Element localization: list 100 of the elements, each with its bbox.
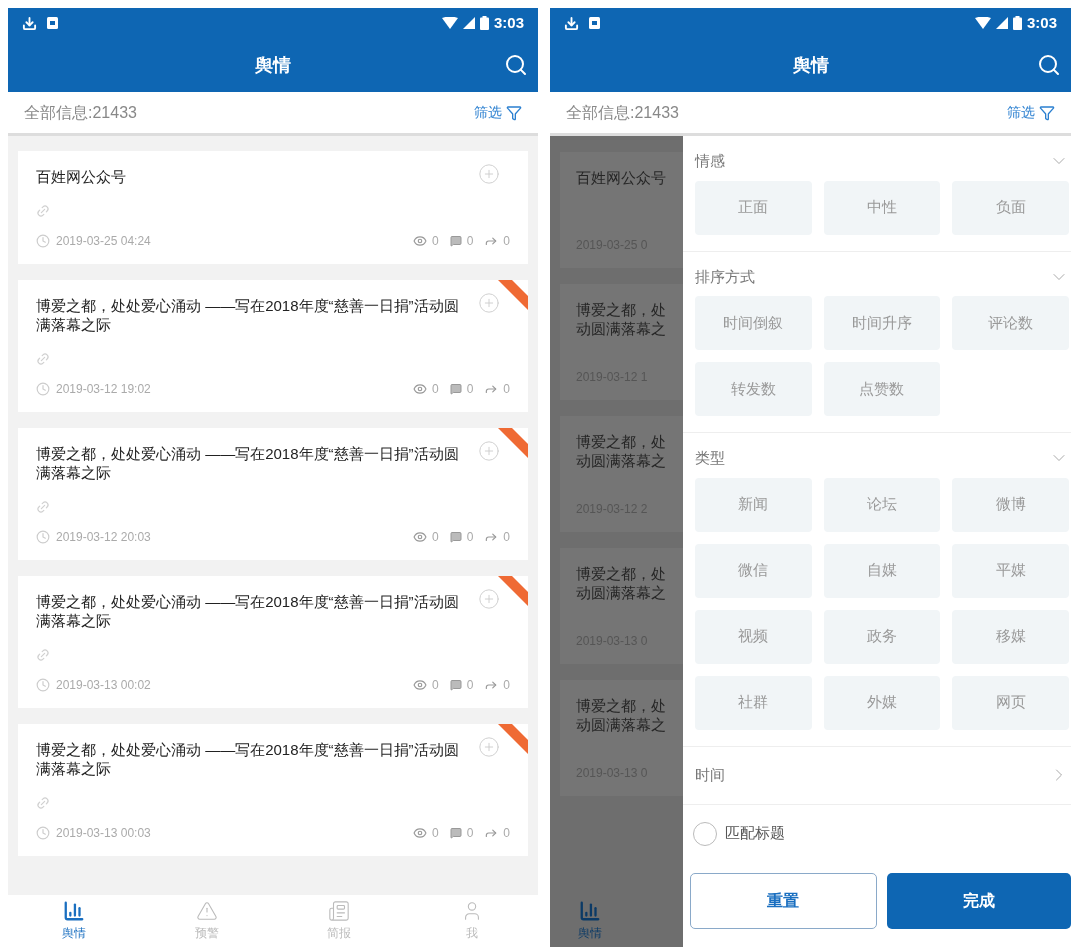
- post-time: 2019-03-13 00:02: [56, 677, 151, 694]
- filter-chip[interactable]: 视频: [695, 609, 812, 664]
- nav-tab[interactable]: 舆情: [8, 895, 141, 947]
- filter-chip[interactable]: 论坛: [823, 477, 941, 532]
- dimmed-title: 百姓网公众号: [576, 168, 667, 187]
- wifi-icon: [441, 17, 458, 29]
- warning-icon: [195, 900, 218, 922]
- section-title: 类型: [695, 448, 725, 468]
- nav-tab[interactable]: 舆情: [550, 895, 630, 947]
- search-icon[interactable]: [504, 53, 528, 77]
- eye-icon: [412, 234, 427, 248]
- news-title: 百姓网公众号: [36, 167, 127, 186]
- dimmed-title: 博爱之都，处: [576, 564, 667, 583]
- post-time: 2019-03-25 04:24: [56, 233, 151, 250]
- share-icon: [484, 678, 499, 692]
- dimmed-title: 动圆满落幕之: [576, 451, 667, 470]
- time-label: 时间: [695, 764, 725, 785]
- section-title: 情感: [695, 151, 725, 171]
- news-card[interactable]: 博爱之都，处处爱心涌动 ——写在2018年度“慈善一日捐”活动圆满落幕之际 2019-03-13 00:03 0 0 0: [18, 724, 528, 856]
- total-count: 全部信息:21433: [566, 102, 679, 123]
- filter-chip[interactable]: 中性: [823, 180, 941, 235]
- filter-chip[interactable]: 微博: [952, 477, 1069, 532]
- filter-chip[interactable]: 自媒: [823, 543, 941, 598]
- add-icon[interactable]: [478, 292, 500, 314]
- chart-icon: [63, 900, 86, 922]
- dimmed-title: 博爱之都，处: [576, 300, 667, 319]
- eye-icon: [412, 530, 427, 544]
- view-count: 0: [431, 825, 439, 842]
- signal-icon: [462, 17, 475, 29]
- comment-icon: [449, 235, 462, 247]
- wifi-icon: [974, 17, 991, 29]
- clock-icon: [36, 678, 50, 692]
- news-card[interactable]: 博爱之都，处处爱心涌动 ——写在2018年度“慈善一日捐”活动圆满落幕之际 2019-03-13 00:02 0 0 0: [18, 576, 528, 708]
- filter-chip[interactable]: 网页: [952, 675, 1069, 730]
- comment-count: 0: [466, 529, 474, 546]
- chart-icon: [579, 900, 601, 922]
- filter-chip[interactable]: 负面: [952, 180, 1069, 235]
- search-icon[interactable]: [1037, 53, 1061, 77]
- clock-icon: [36, 826, 50, 840]
- add-icon[interactable]: [478, 588, 500, 610]
- news-title: 博爱之都，处处爱心涌动 ——写在2018年度“慈善一日捐”活动圆满落幕之际: [36, 592, 460, 630]
- filter-chip[interactable]: 评论数: [952, 296, 1069, 350]
- eye-icon: [412, 382, 427, 396]
- comment-icon: [449, 827, 462, 839]
- filter-chip[interactable]: 政务: [823, 609, 941, 664]
- filter-chip[interactable]: 平媒: [952, 543, 1069, 598]
- done-button[interactable]: 完成: [886, 872, 1071, 929]
- dimmed-title: 动圆满落幕之: [576, 583, 667, 602]
- share-icon: [484, 826, 499, 840]
- share-count: 0: [503, 381, 510, 398]
- clock-time: 3:03: [493, 12, 524, 33]
- filter-chip[interactable]: 外媒: [823, 675, 941, 730]
- post-time: 2019-03-13 00:03: [56, 825, 151, 842]
- filter-chip[interactable]: 时间升序: [823, 296, 941, 350]
- post-time: 2019-03-12 20:03: [56, 529, 151, 546]
- time-row[interactable]: 时间: [683, 746, 1071, 805]
- eye-icon: [412, 678, 427, 692]
- share-icon: [484, 382, 499, 396]
- match-title-label: 匹配标题: [725, 823, 785, 844]
- notification-icon: [589, 17, 600, 29]
- filter-chip[interactable]: 微信: [695, 543, 812, 598]
- news-card[interactable]: 百姓网公众号 2019-03-25 04:24 0 0 0: [18, 151, 528, 264]
- news-title: 博爱之都，处处爱心涌动 ——写在2018年度“慈善一日捐”活动圆满落幕之际: [36, 444, 460, 482]
- filter-button[interactable]: 筛选: [474, 102, 522, 123]
- download-icon: [22, 15, 37, 31]
- filter-chip[interactable]: 时间倒叙: [695, 296, 812, 350]
- comment-count: 0: [466, 677, 474, 694]
- view-count: 0: [431, 529, 439, 546]
- comment-icon: [449, 679, 462, 691]
- filter-chip[interactable]: 正面: [695, 180, 812, 235]
- news-card[interactable]: 博爱之都，处处爱心涌动 ——写在2018年度“慈善一日捐”活动圆满落幕之际 2019-03-12 20:03 0 0 0: [18, 428, 528, 560]
- filter-chip[interactable]: 新闻: [695, 477, 812, 532]
- reset-button[interactable]: 重置: [690, 872, 877, 929]
- add-icon[interactable]: [478, 736, 500, 758]
- filter-chip[interactable]: 移媒: [952, 609, 1069, 664]
- nav-tab[interactable]: 我: [405, 895, 538, 947]
- comment-count: 0: [466, 233, 474, 250]
- comment-count: 0: [466, 825, 474, 842]
- nav-tab[interactable]: 简报: [273, 895, 406, 947]
- add-icon[interactable]: [478, 163, 500, 185]
- comment-icon: [449, 531, 462, 543]
- news-card[interactable]: 博爱之都，处处爱心涌动 ——写在2018年度“慈善一日捐”活动圆满落幕之际 2019-03-12 19:02 0 0 0: [18, 280, 528, 412]
- filter-chip[interactable]: 点赞数: [823, 362, 941, 416]
- filter-chip[interactable]: 社群: [695, 675, 812, 730]
- clock-icon: [36, 530, 50, 544]
- view-count: 0: [431, 233, 439, 250]
- nav-tab[interactable]: 预警: [140, 895, 273, 947]
- clock-time: 3:03: [1026, 12, 1057, 33]
- clock-icon: [36, 234, 50, 248]
- news-title: 博爱之都，处处爱心涌动 ——写在2018年度“慈善一日捐”活动圆满落幕之际: [36, 740, 460, 778]
- filter-icon: [506, 104, 522, 121]
- filter-button[interactable]: 筛选: [1007, 102, 1055, 123]
- share-count: 0: [503, 233, 510, 250]
- filter-chip[interactable]: 转发数: [695, 362, 812, 416]
- add-icon[interactable]: [478, 440, 500, 462]
- eye-icon: [412, 826, 427, 840]
- share-count: 0: [503, 529, 510, 546]
- signal-icon: [995, 17, 1008, 29]
- notification-icon: [47, 17, 58, 29]
- newspaper-icon: [328, 900, 351, 922]
